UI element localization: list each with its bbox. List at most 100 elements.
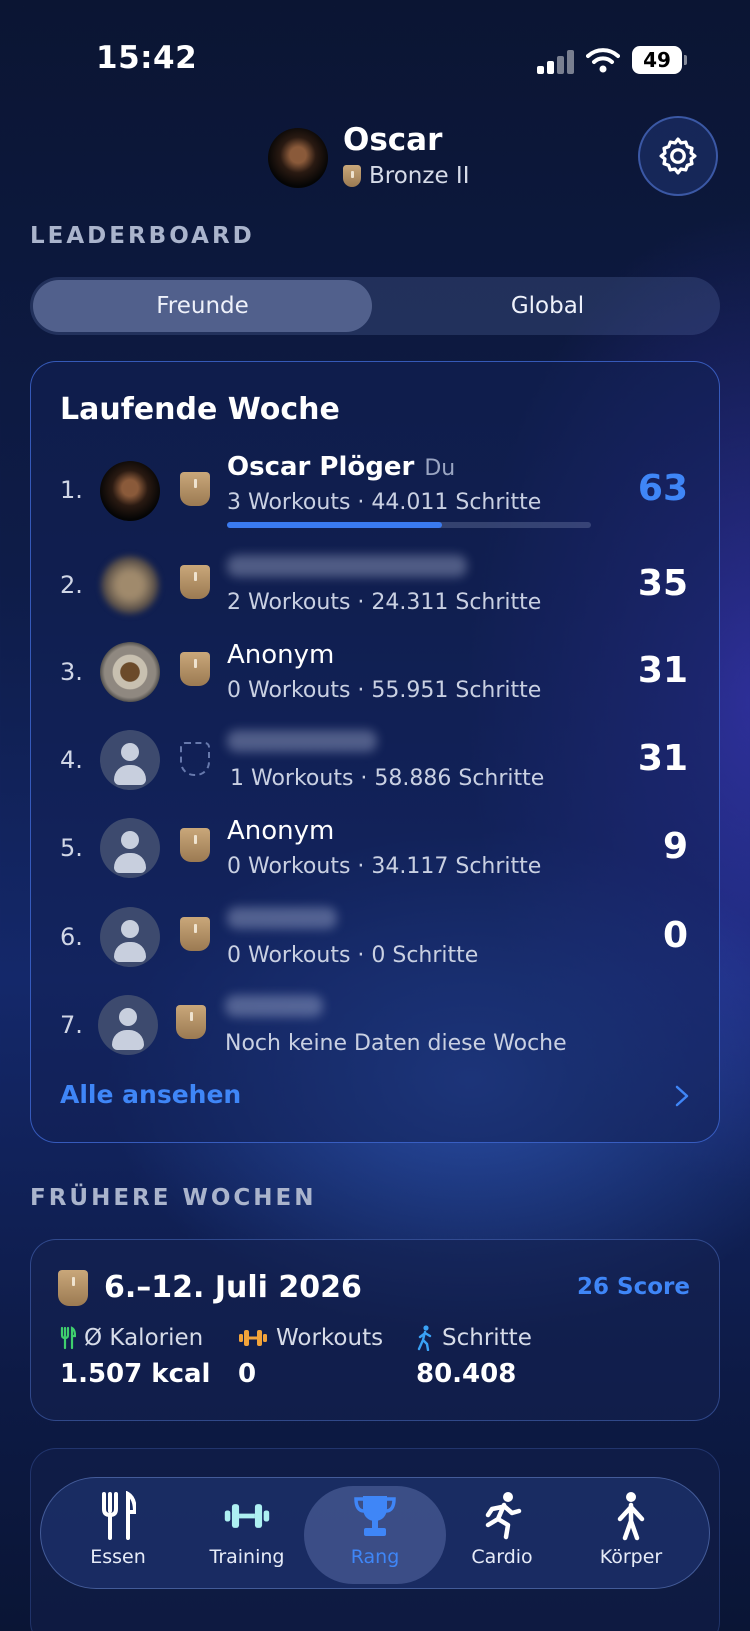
rank-number: 4. <box>60 746 83 774</box>
calories-stat-label: Ø Kalorien <box>60 1325 203 1351</box>
user-stats: 0 Workouts · 0 Schritte <box>227 943 479 968</box>
bronze-shield-icon <box>180 917 210 955</box>
rank-number: 3. <box>60 658 83 686</box>
leaderboard-row[interactable]: 5. Anonym 0 Workouts · 34.117 Schritte 9 <box>0 808 750 888</box>
profile-avatar[interactable] <box>268 128 328 188</box>
weekly-progress-fill <box>227 522 442 528</box>
tab-global[interactable]: Global <box>378 280 717 332</box>
bronze-shield-icon <box>180 828 210 866</box>
rank-number: 7. <box>60 1011 83 1039</box>
see-all-link[interactable]: Alle ansehen <box>60 1080 241 1109</box>
workouts-stat-value: 0 <box>238 1359 257 1389</box>
rank-number: 2. <box>60 571 83 599</box>
leaderboard-row[interactable]: 6. 0 Workouts · 0 Schritte 0 <box>0 897 750 977</box>
bronze-shield-icon <box>58 1270 88 1306</box>
steps-stat-value: 80.408 <box>416 1359 517 1389</box>
trophy-icon <box>354 1496 396 1536</box>
user-avatar <box>100 642 160 702</box>
profile-name: Oscar <box>343 122 443 158</box>
hidden-user-name <box>225 995 323 1017</box>
user-avatar <box>100 461 160 521</box>
user-score: 31 <box>637 738 688 779</box>
user-score: 35 <box>637 563 688 604</box>
steps-stat-label: Schritte <box>416 1325 532 1351</box>
user-score: 31 <box>637 650 688 691</box>
status-time: 15:42 <box>96 40 198 76</box>
wifi-icon <box>586 48 620 73</box>
empty-shield-icon <box>180 742 210 780</box>
week-date-range: 6.–12. Juli 2026 <box>104 1270 362 1305</box>
user-score: 9 <box>662 826 688 867</box>
user-avatar-placeholder <box>100 730 160 790</box>
user-avatar-placeholder <box>100 818 160 878</box>
leaderboard-row[interactable]: 3. Anonym 0 Workouts · 55.951 Schritte 3… <box>0 632 750 712</box>
leaderboard-row[interactable]: 7. Noch keine Daten diese Woche <box>0 985 750 1065</box>
workouts-stat-label: Workouts <box>238 1325 383 1351</box>
fork-knife-icon <box>102 1491 136 1540</box>
bronze-shield-icon <box>180 652 210 690</box>
rank-number: 5. <box>60 834 83 862</box>
current-week-title: Laufende Woche <box>60 392 340 427</box>
no-data-text: Noch keine Daten diese Woche <box>225 1031 567 1056</box>
calories-label-text: Ø Kalorien <box>84 1325 204 1351</box>
you-label: Du <box>424 456 456 481</box>
fork-knife-icon <box>60 1326 76 1350</box>
cellular-signal-icon <box>537 50 575 74</box>
tab-rang[interactable]: Rang <box>315 1490 435 1580</box>
user-stats: 0 Workouts · 34.117 Schritte <box>227 854 542 879</box>
hidden-user-name <box>227 907 337 929</box>
leaderboard-row[interactable]: 1. Oscar Plöger Du 3 Workouts · 44.011 Sc… <box>0 450 750 530</box>
user-stats: 0 Workouts · 55.951 Schritte <box>227 678 542 703</box>
settings-button[interactable] <box>638 116 718 196</box>
user-avatar <box>100 555 160 615</box>
hidden-user-name <box>227 555 467 577</box>
chevron-right-icon[interactable] <box>674 1084 690 1108</box>
tab-label: Körper <box>599 1546 663 1568</box>
weekly-progress-bar <box>227 522 591 528</box>
dumbbell-icon <box>239 1330 267 1346</box>
user-stats: 1 Workouts · 58.886 Schritte <box>230 766 545 791</box>
tab-cardio[interactable]: Cardio <box>442 1490 562 1580</box>
person-standing-icon <box>617 1492 645 1541</box>
bronze-shield-icon <box>180 565 210 603</box>
leaderboard-row[interactable]: 4. 1 Workouts · 58.886 Schritte 31 <box>0 720 750 800</box>
leaderboard-row[interactable]: 2. 2 Workouts · 24.311 Schritte 35 <box>0 545 750 625</box>
tab-koerper[interactable]: Körper <box>571 1490 691 1580</box>
walking-icon <box>417 1325 432 1351</box>
tab-training[interactable]: Training <box>187 1490 307 1580</box>
rank-number: 6. <box>60 923 83 951</box>
profile-rank-label: Bronze II <box>369 163 470 189</box>
workouts-label-text: Workouts <box>276 1325 384 1351</box>
tab-label: Cardio <box>471 1546 533 1568</box>
bronze-shield-icon <box>180 472 210 510</box>
user-name: Oscar Plöger Du <box>227 452 455 482</box>
user-avatar-placeholder <box>98 995 158 1055</box>
bronze-shield-icon <box>176 1005 206 1043</box>
steps-label-text: Schritte <box>442 1325 532 1351</box>
user-name-text: Oscar Plöger <box>227 452 415 482</box>
user-stats: 3 Workouts · 44.011 Schritte <box>227 490 542 515</box>
dumbbell-icon <box>224 1504 270 1528</box>
tab-label: Rang <box>350 1546 400 1568</box>
user-avatar-placeholder <box>100 907 160 967</box>
previous-weeks-section-title: FRÜHERE WOCHEN <box>30 1185 317 1211</box>
user-name: Anonym <box>227 816 335 846</box>
user-name: Anonym <box>227 640 335 670</box>
week-score: 26 Score <box>577 1274 690 1300</box>
battery-indicator: 49 <box>632 46 687 74</box>
profile-rank: Bronze II <box>343 163 469 189</box>
leaderboard-segmented-control: Freunde Global <box>30 277 720 335</box>
leaderboard-section-title: LEADERBOARD <box>30 223 255 249</box>
user-score: 63 <box>637 468 688 509</box>
hidden-user-name <box>227 730 377 752</box>
calories-stat-value: 1.507 kcal <box>60 1359 211 1389</box>
tab-friends[interactable]: Freunde <box>33 280 372 332</box>
tab-essen[interactable]: Essen <box>58 1490 178 1580</box>
rank-number: 1. <box>60 476 83 504</box>
user-stats: 2 Workouts · 24.311 Schritte <box>227 590 542 615</box>
user-score: 0 <box>662 915 688 956</box>
tab-label: Essen <box>90 1546 146 1568</box>
bronze-shield-icon <box>343 165 361 187</box>
running-icon <box>485 1492 522 1540</box>
tab-label: Training <box>209 1546 285 1568</box>
